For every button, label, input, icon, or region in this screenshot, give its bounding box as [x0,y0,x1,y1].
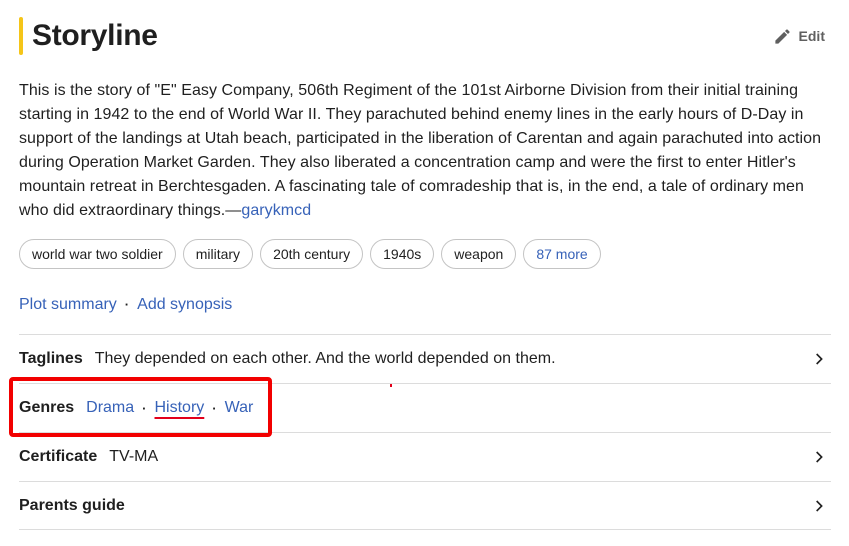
taglines-value: They depended on each other. And the wor… [94,350,556,367]
genre-list: Drama · History · War [86,399,253,417]
genre-link-drama[interactable]: Drama [86,399,134,417]
parents-guide-row[interactable]: Parents guide [19,481,831,530]
certificate-label: Certificate [19,448,98,465]
plot-text: This is the story of "E" Easy Company, 5… [19,79,835,223]
chevron-right-icon [816,500,823,512]
keyword-chips: world war two soldier military 20th cent… [19,239,601,269]
more-keywords-chip[interactable]: 87 more [523,239,601,269]
edit-button[interactable]: Edit [773,25,825,47]
keyword-chip[interactable]: weapon [441,239,517,269]
genres-label: Genres [19,399,75,416]
certificate-value: TV-MA [109,448,159,465]
annotation-mark [390,384,392,387]
keyword-chip[interactable]: military [182,239,254,269]
genre-link-history[interactable]: History [155,399,205,417]
taglines-label: Taglines [19,350,83,367]
keyword-chip[interactable]: world war two soldier [19,239,176,269]
chevron-right-icon [816,353,823,365]
storyline-header: Storyline Edit [19,17,831,55]
add-synopsis-link[interactable]: Add synopsis [137,294,232,316]
keyword-chip[interactable]: 1940s [370,239,435,269]
genre-link-war[interactable]: War [225,399,254,417]
taglines-row[interactable]: Taglines They depended on each other. An… [19,334,831,383]
plot-links: Plot summary · Add synopsis [19,294,232,316]
genre-separator: · [212,400,217,416]
title-accent-bar [19,17,23,55]
plot-body: This is the story of "E" Easy Company, 5… [19,82,822,219]
keyword-chip[interactable]: 20th century [260,239,364,269]
plot-author-link[interactable]: garykmcd [241,202,311,219]
genres-row: Genres Drama · History · War [19,383,831,432]
genre-separator: · [142,400,147,416]
chevron-right-icon [816,451,823,463]
plot-summary-link[interactable]: Plot summary [19,294,117,316]
pencil-icon [774,28,790,44]
parents-guide-label: Parents guide [19,496,125,514]
certificate-row[interactable]: Certificate TV-MA [19,432,831,481]
edit-label: Edit [798,28,825,44]
section-title: Storyline [32,19,158,52]
link-separator: · [124,297,130,312]
